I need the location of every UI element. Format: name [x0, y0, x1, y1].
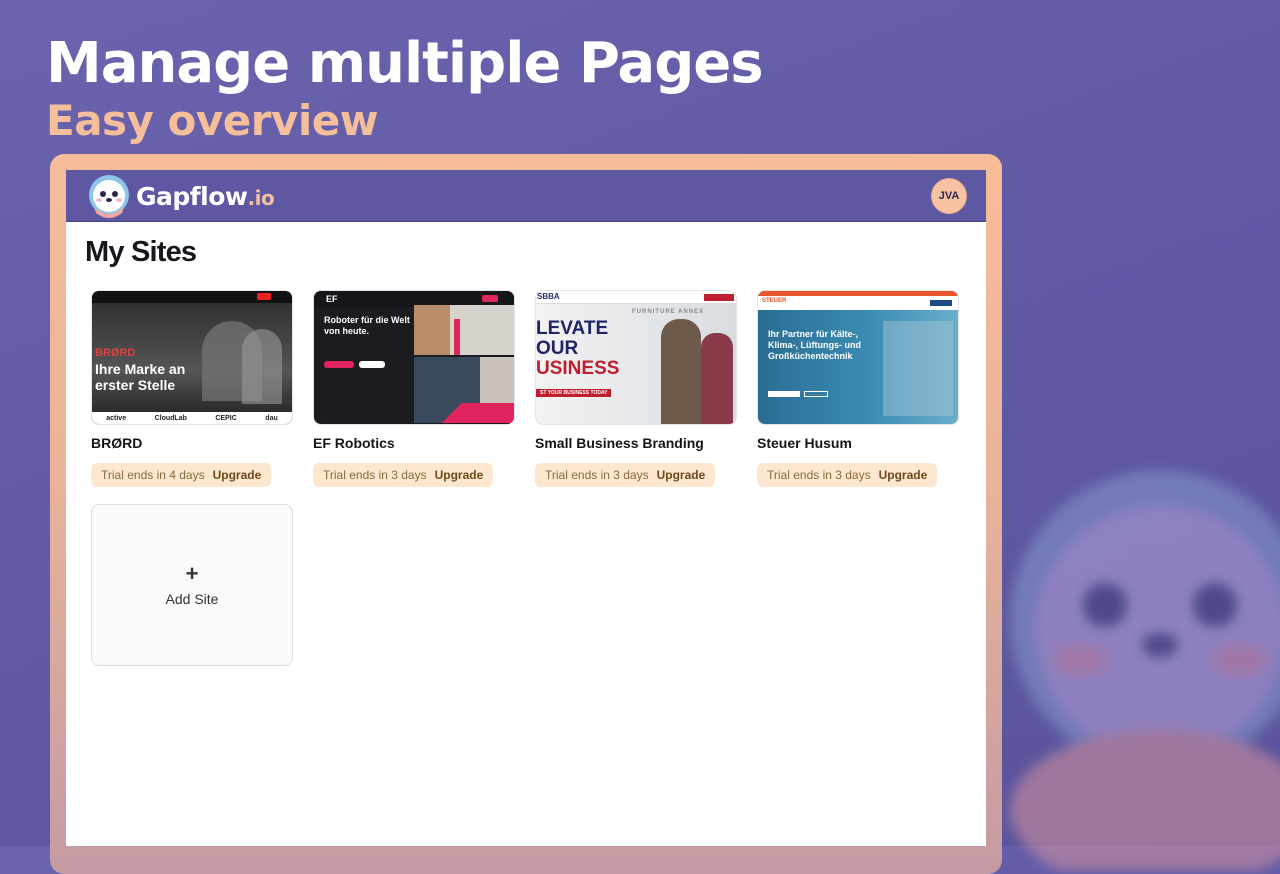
thumb-logo: CloudLab: [154, 414, 187, 422]
site-thumbnail[interactable]: EF Roboter für die Welt von heute.: [313, 290, 515, 425]
site-thumbnail[interactable]: BRØRD Ihre Marke an erster Stelle active…: [91, 290, 293, 425]
page-title: My Sites: [85, 236, 197, 268]
thumb-sign: FURNITURE ANNEX: [632, 309, 705, 315]
site-name[interactable]: BRØRD: [91, 435, 293, 453]
user-avatar[interactable]: JVA: [931, 178, 967, 214]
trial-status: Trial ends in 3 days: [767, 468, 871, 482]
app-window: Gapflow.io JVA My Sites BRØRD Ihre Marke…: [66, 170, 986, 846]
thumb-brand: BRØRD: [95, 347, 136, 359]
top-bar: Gapflow.io JVA: [66, 170, 986, 222]
trial-badge: Trial ends in 4 days Upgrade: [91, 463, 272, 487]
thumb-brand: SBBA: [537, 292, 560, 301]
add-site-button[interactable]: + Add Site: [91, 504, 293, 666]
thumb-headline: OUR: [536, 338, 579, 359]
thumb-headline: Roboter für die Welt von heute.: [324, 315, 410, 336]
mascot-icon: [89, 175, 129, 218]
brand-logo[interactable]: Gapflow.io: [86, 173, 275, 219]
trial-badge: Trial ends in 3 days Upgrade: [313, 463, 494, 487]
site-name[interactable]: Small Business Branding: [535, 435, 737, 453]
upgrade-button[interactable]: Upgrade: [435, 468, 484, 482]
thumb-brand: STEUER: [762, 298, 787, 304]
trial-status: Trial ends in 3 days: [545, 468, 649, 482]
thumb-headline: USINESS: [536, 358, 620, 379]
thumb-logo: dau: [265, 414, 278, 422]
upgrade-button[interactable]: Upgrade: [657, 468, 706, 482]
trial-badge: Trial ends in 3 days Upgrade: [757, 463, 938, 487]
site-card-ef-robotics[interactable]: EF Roboter für die Welt von heute. EF Ro…: [313, 290, 515, 487]
brand-name: Gapflow.io: [136, 181, 275, 211]
thumb-logo: CEPIC: [215, 414, 237, 422]
upgrade-button[interactable]: Upgrade: [879, 468, 928, 482]
site-name[interactable]: EF Robotics: [313, 435, 515, 453]
upgrade-button[interactable]: Upgrade: [213, 468, 262, 482]
trial-status: Trial ends in 3 days: [323, 468, 427, 482]
site-card-small-business-branding[interactable]: SBBA FURNITURE ANNEX LEVATE OUR USINESS …: [535, 290, 737, 487]
site-name[interactable]: Steuer Husum: [757, 435, 959, 453]
hero-subtitle: Easy overview: [46, 96, 379, 145]
thumb-headline: LEVATE: [536, 318, 609, 339]
thumb-headline: Ihr Partner für Kälte-, Klima-, Lüftungs…: [768, 329, 861, 361]
hero-title: Manage multiple Pages: [46, 31, 764, 96]
site-thumbnail[interactable]: SBBA FURNITURE ANNEX LEVATE OUR USINESS …: [535, 290, 737, 425]
trial-status: Trial ends in 4 days: [101, 468, 205, 482]
add-site-label: Add Site: [165, 591, 219, 607]
trial-badge: Trial ends in 3 days Upgrade: [535, 463, 716, 487]
plus-icon: +: [185, 561, 199, 586]
thumb-logo: active: [106, 414, 127, 422]
thumb-banner: ST YOUR BUSINESS TODAY: [536, 389, 612, 397]
thumb-brand: EF: [326, 294, 338, 304]
background-mascot-icon: [1010, 470, 1280, 870]
site-card-steuer-husum[interactable]: STEUER Ihr Partner für Kälte-, Klima-, L…: [757, 290, 959, 487]
site-card-brord[interactable]: BRØRD Ihre Marke an erster Stelle active…: [91, 290, 293, 487]
site-thumbnail[interactable]: STEUER Ihr Partner für Kälte-, Klima-, L…: [757, 290, 959, 425]
thumb-headline: Ihre Marke an erster Stelle: [95, 361, 186, 393]
